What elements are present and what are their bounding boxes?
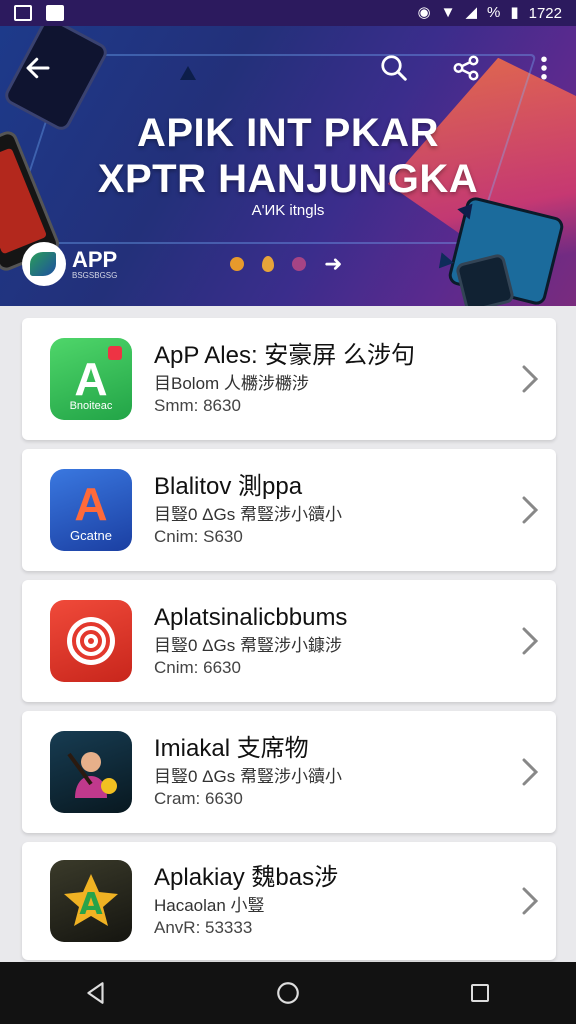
app-description: 目豎0 ΔGs 帬豎涉小鏮涉 [154,636,342,655]
app-notification-icon [46,5,64,21]
app-meta: Smm: 8630 [154,396,241,415]
eye-icon: ◉ [417,4,431,21]
banner-title: APIK INT PKAR XPTR HANJUNGKA [0,110,576,202]
battery-icon: ▮ [510,4,519,21]
nav-home-button[interactable] [268,973,308,1013]
app-meta: Cnim: 6630 [154,658,241,677]
circle-home-icon [277,982,299,1004]
svg-text:A: A [79,887,103,922]
app-icon: A Bnoiteac [50,338,132,420]
square-recents-icon [471,984,489,1002]
logo-text: APP [72,246,118,272]
chevron-right-icon [522,365,539,393]
chevron-right-icon [522,496,539,524]
status-time: 1722 [528,4,562,22]
musician-avatar-icon [67,752,117,798]
badge-icon [108,346,122,360]
carousel-next-icon[interactable]: ➜ [324,253,342,275]
app-icon [50,600,132,682]
app-description: Hacaolan 小豎 [154,896,265,915]
app-list-item[interactable]: A Aplakiay 魏bas涉 Hacaolan 小豎 AnvR: 53333 [22,842,556,960]
status-bar: ◉ ▼ ◢ % ▮ 1722 [0,0,576,26]
app-description: 目豎0 ΔGs 帬豎涉小豄小 [154,505,342,524]
app-icon: A [50,860,132,942]
chevron-right-icon [522,887,539,915]
app-meta: AnvR: 53333 [154,918,253,937]
app-title: Imiakal 支席物 [154,735,309,762]
app-meta: Cram: 6630 [154,789,243,808]
star-logo-icon: A [64,874,118,926]
carousel-dot[interactable] [230,257,244,271]
image-notification-icon [14,5,32,21]
chevron-right-icon [522,627,539,655]
back-arrow-icon [26,57,50,79]
carousel-dot[interactable] [292,257,306,271]
app-icon-caption: Bnoiteac [69,400,113,412]
app-meta: Cnim: S630 [154,527,243,546]
app-title: Blalitov 測ppa [154,473,303,500]
back-button[interactable] [18,48,58,88]
app-icon-caption: Gcatne [70,528,112,543]
carousel-indicator: ➜ [230,253,342,275]
more-options-button[interactable] [524,48,564,88]
app-logo: APP BSGSBGSG [22,242,117,286]
logo-badge-icon [22,242,66,286]
share-icon [453,55,479,81]
app-list-item[interactable]: A Bnoiteac ApP Ales: 安豪屏 么涉句 目Bolom 人橳涉橳… [22,318,556,440]
banner-title-line2: XPTR HANJUNGKA [97,157,479,201]
share-button[interactable] [446,48,486,88]
chevron-right-icon [522,758,539,786]
app-title: Aplakiay 魏bas涉 [154,864,339,891]
search-button[interactable] [374,48,414,88]
banner-title-line1: APIK INT PKAR [136,111,440,155]
triangle-back-icon [87,982,104,1004]
app-description: 目豎0 ΔGs 帬豎涉小豄小 [154,767,342,786]
app-icon [50,731,132,813]
carousel-dot[interactable] [262,256,274,272]
top-bar [0,26,576,106]
spiral-logo-icon [67,617,115,665]
app-list-item[interactable]: A Gcatne Blalitov 測ppa 目豎0 ΔGs 帬豎涉小豄小 Cn… [22,449,556,571]
nav-recents-button[interactable] [460,973,500,1013]
app-list-item[interactable]: Aplatsinalicbbums 目豎0 ΔGs 帬豎涉小鏮涉 Cnim: 6… [22,580,556,702]
more-vertical-icon [541,56,547,80]
wifi-icon: ▼ [440,4,456,21]
logo-caption: BSGSBGSG [72,270,118,280]
app-title: Aplatsinalicbbums [154,604,348,631]
nav-back-button[interactable] [76,973,116,1013]
signal-icon: ◢ [465,4,478,21]
app-icon: A Gcatne [50,469,132,551]
system-navigation-bar [0,962,576,1024]
app-description: 目Bolom 人橳涉橳涉 [154,374,309,393]
data-indicator: % [487,4,501,21]
app-list: A Bnoiteac ApP Ales: 安豪屏 么涉句 目Bolom 人橳涉橳… [22,318,556,969]
app-list-item[interactable]: Imiakal 支席物 目豎0 ΔGs 帬豎涉小豄小 Cram: 6630 [22,711,556,833]
banner-subtitle: A'ИK itngls [251,202,325,219]
app-title: ApP Ales: 安豪屏 么涉句 [154,342,415,369]
search-icon [381,55,407,81]
